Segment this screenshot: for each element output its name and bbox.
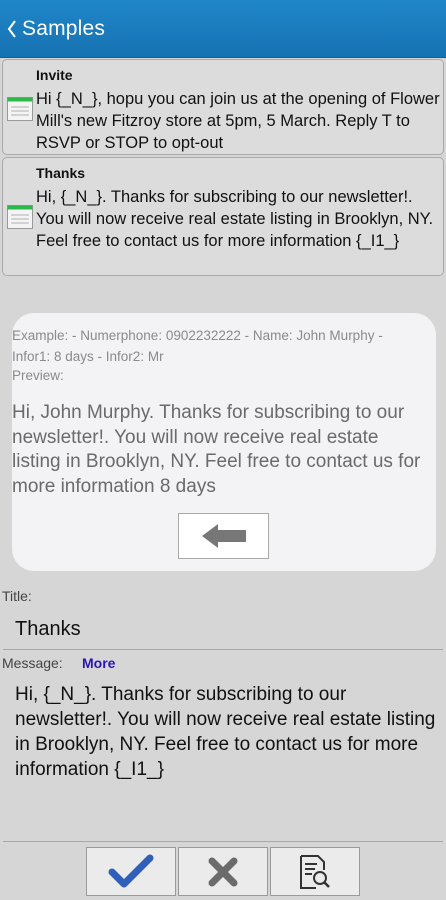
top-app-bar: Samples — [0, 0, 446, 58]
preview-card: Example: - Numerphone: 0902232222 - Name… — [12, 313, 436, 571]
sample-title: Thanks — [36, 165, 86, 181]
document-search-icon — [300, 854, 330, 889]
close-icon — [208, 857, 238, 886]
sample-text: Hi {_N_}, hopu you can join us at the op… — [36, 90, 440, 152]
title-input[interactable]: Thanks — [3, 610, 443, 650]
title-label: Title: — [2, 588, 32, 604]
more-link[interactable]: More — [82, 655, 115, 671]
confirm-button[interactable] — [86, 847, 176, 896]
preview-text: Hi, John Murphy. Thanks for subscribing … — [12, 402, 421, 497]
sample-text: Hi, {_N_}. Thanks for subscribing to our… — [36, 188, 434, 250]
message-template-icon — [7, 205, 33, 229]
preview-button[interactable] — [270, 847, 360, 896]
sample-item-thanks[interactable]: Thanks Hi, {_N_}. Thanks for subscribing… — [2, 157, 444, 276]
back-button[interactable]: Samples — [0, 0, 105, 58]
cancel-button[interactable] — [178, 847, 268, 896]
sample-title: Invite — [36, 67, 73, 83]
checkmark-icon — [108, 854, 154, 887]
sample-item-invite[interactable]: Invite Hi {_N_}, hopu you can join us at… — [2, 59, 444, 155]
screen-title: Samples — [22, 17, 106, 40]
message-label: Message: — [2, 655, 63, 671]
message-template-icon — [7, 97, 33, 121]
arrow-left-icon — [201, 524, 246, 548]
chevron-left-icon — [7, 20, 16, 38]
example-text: Example: - Numerphone: 0902232222 - Name… — [12, 328, 383, 364]
preview-label: Preview: — [12, 368, 64, 383]
insert-arrow-button[interactable] — [178, 513, 269, 559]
message-textarea[interactable]: Hi, {_N_}. Thanks for subscribing to our… — [3, 676, 443, 842]
